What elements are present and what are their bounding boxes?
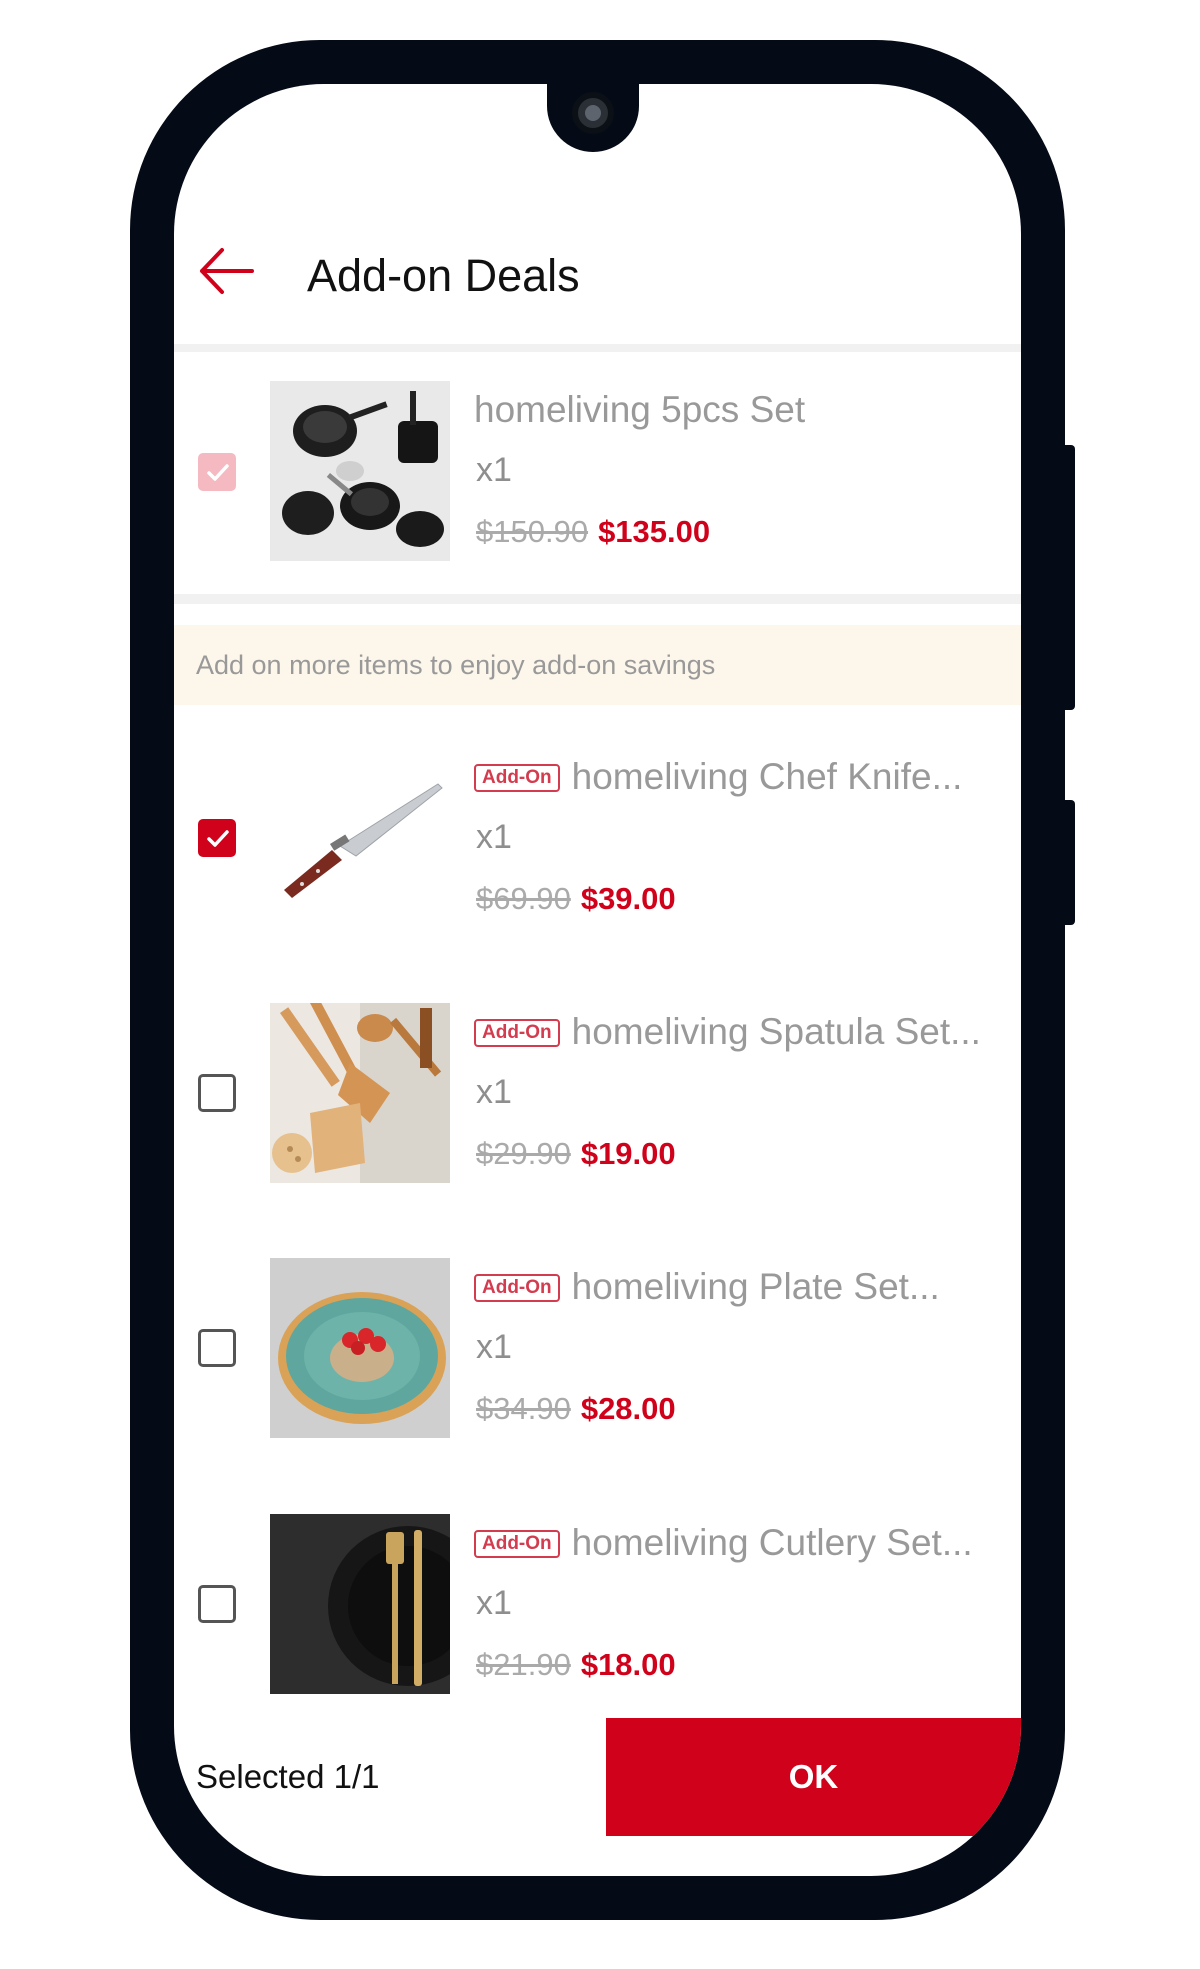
product-image-pan-set — [270, 381, 450, 561]
addon-item-checkbox[interactable] — [198, 1329, 236, 1367]
addon-item: Add-On homeliving Plate Set... x1 $34.90 $… — [174, 1258, 1021, 1458]
addon-item-name: Add-On homeliving Plate Set... — [474, 1266, 1021, 1308]
original-price: $150.90 — [476, 514, 589, 549]
divider — [174, 594, 1021, 604]
phone-frame: Add-on Deals homeliving 5pcs Set x1 $150… — [130, 40, 1075, 1920]
product-image-spatula-set — [270, 1003, 450, 1183]
main-item: homeliving 5pcs Set x1 $150.90 $135.00 — [174, 381, 1021, 581]
addon-tag: Add-On — [474, 1019, 560, 1047]
addon-item-checkbox[interactable] — [198, 1074, 236, 1112]
main-item-price: $150.90 $135.00 — [476, 514, 710, 550]
addon-item-checkbox[interactable] — [198, 1585, 236, 1623]
addon-tag: Add-On — [474, 764, 560, 792]
deal-price: $39.00 — [580, 881, 676, 916]
original-price: $34.90 — [476, 1391, 571, 1426]
arrow-left-icon — [200, 248, 254, 294]
addon-item-name: Add-On homeliving Chef Knife... — [474, 756, 1021, 798]
addon-item-qty: x1 — [476, 818, 512, 856]
addon-item-name: Add-On homeliving Cutlery Set... — [474, 1522, 1021, 1564]
original-price: $21.90 — [476, 1647, 571, 1682]
addon-tag: Add-On — [474, 1530, 560, 1558]
selected-count: Selected 1/1 — [196, 1758, 380, 1795]
main-item-name: homeliving 5pcs Set — [474, 389, 806, 430]
addon-item-name: Add-On homeliving Spatula Set... — [474, 1011, 1021, 1053]
addon-tag: Add-On — [474, 1274, 560, 1302]
product-image-chef-knife — [270, 748, 450, 928]
checkmark-icon — [207, 464, 229, 481]
addon-item: Add-On homeliving Chef Knife... x1 $69.90… — [174, 748, 1021, 948]
original-price: $29.90 — [476, 1136, 571, 1171]
addon-item: Add-On homeliving Spatula Set... x1 $29.9… — [174, 1003, 1021, 1203]
banner-text: Add on more items to enjoy add-on saving… — [196, 650, 716, 680]
addon-item-qty: x1 — [476, 1328, 512, 1366]
deal-price: $18.00 — [580, 1647, 676, 1682]
main-item-checkbox[interactable] — [198, 453, 236, 491]
deal-price: $135.00 — [598, 514, 711, 549]
addon-item-price: $21.90 $18.00 — [476, 1647, 676, 1683]
addon-item: Add-On homeliving Cutlery Set... x1 $21.9… — [174, 1514, 1021, 1714]
deal-price: $19.00 — [580, 1136, 676, 1171]
addon-item-price: $69.90 $39.00 — [476, 881, 676, 917]
addon-item-checkbox[interactable] — [198, 819, 236, 857]
bottom-bar: Selected 1/1 OK — [174, 1718, 1021, 1836]
product-image-plate-set — [270, 1258, 450, 1438]
page-title: Add-on Deals — [307, 250, 580, 301]
addon-item-price: $29.90 $19.00 — [476, 1136, 676, 1172]
product-image-cutlery-set — [270, 1514, 450, 1694]
original-price: $69.90 — [476, 881, 571, 916]
divider — [174, 344, 1021, 352]
checkmark-icon — [207, 830, 229, 847]
addon-item-price: $34.90 $28.00 — [476, 1391, 676, 1427]
notch — [547, 84, 639, 152]
volume-button — [1065, 445, 1075, 710]
addon-item-qty: x1 — [476, 1073, 512, 1111]
app-screen: Add-on Deals homeliving 5pcs Set x1 $150… — [174, 84, 1021, 1876]
main-item-qty: x1 — [476, 451, 512, 489]
power-button — [1065, 800, 1075, 925]
addon-item-qty: x1 — [476, 1584, 512, 1622]
app-header: Add-on Deals — [174, 184, 1021, 334]
addon-savings-banner: Add on more items to enjoy add-on saving… — [174, 625, 1021, 705]
ok-button[interactable]: OK — [606, 1718, 1021, 1836]
deal-price: $28.00 — [580, 1391, 676, 1426]
back-button[interactable] — [198, 246, 254, 296]
camera-icon — [572, 92, 614, 134]
